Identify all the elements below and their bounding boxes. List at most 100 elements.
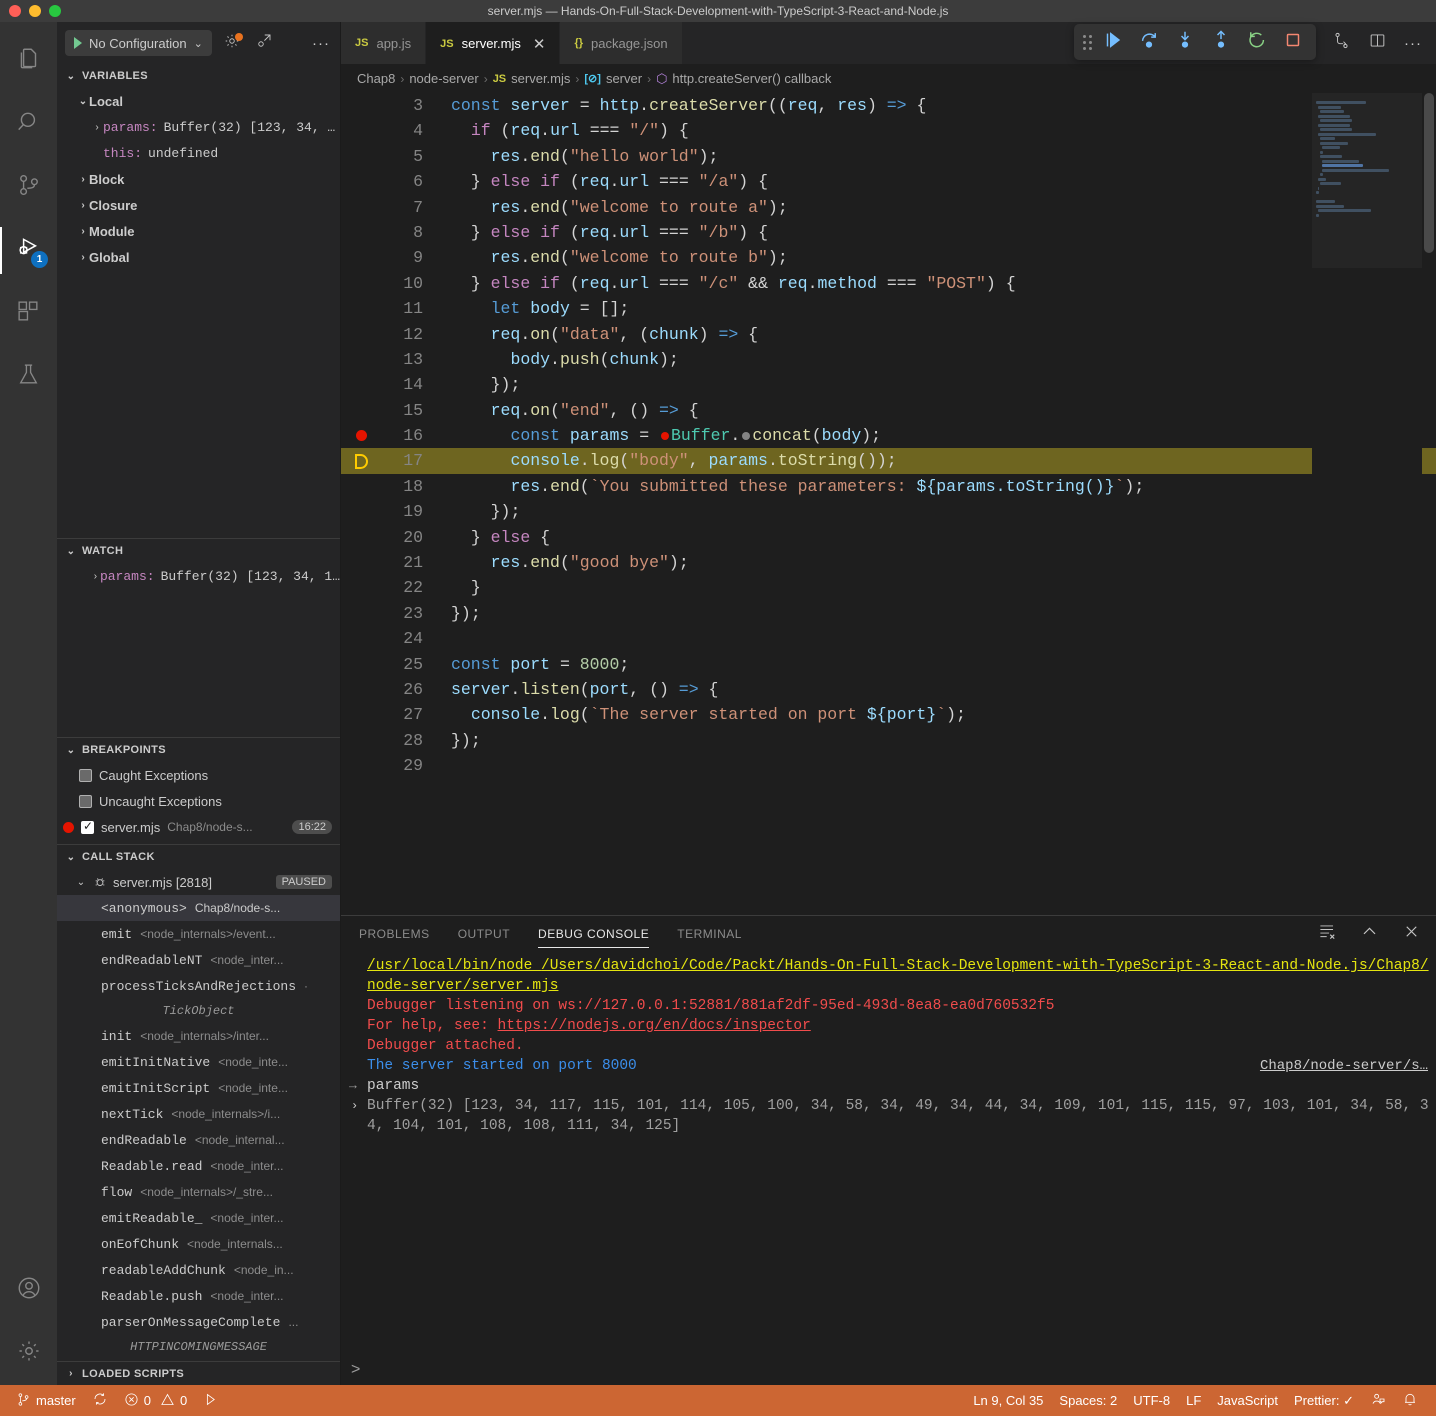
status-feedback[interactable]: [1362, 1385, 1394, 1416]
call-stack-frame[interactable]: nextTick <node_internals>/i...: [57, 1101, 340, 1127]
breakpoint-caught-exceptions[interactable]: Caught Exceptions: [57, 762, 340, 788]
line-content[interactable]: res.end("welcome to route b");: [423, 245, 788, 270]
breakpoints-section-header[interactable]: ⌄ BREAKPOINTS: [57, 738, 340, 762]
split-editor-button[interactable]: [1362, 28, 1392, 58]
line-content[interactable]: req.on("end", () => {: [423, 398, 699, 423]
code-editor[interactable]: 3 const server = http.createServer((req, …: [341, 93, 1436, 915]
status-notifications[interactable]: [1394, 1385, 1426, 1416]
execution-pointer[interactable]: [341, 453, 381, 469]
tab-package-json[interactable]: {} package.json: [560, 22, 683, 64]
code-line[interactable]: 10 } else if (req.url === "/c" && req.me…: [341, 271, 1436, 296]
call-stack-section-header[interactable]: ⌄ CALL STACK: [57, 845, 340, 869]
open-launch-json-button[interactable]: [220, 31, 244, 55]
call-stack-frame[interactable]: readableAddChunk <node_in...: [57, 1257, 340, 1283]
breadcrumb-item-node-server[interactable]: node-server: [409, 71, 478, 86]
scope-global[interactable]: › Global: [57, 244, 340, 270]
checkbox[interactable]: [81, 819, 94, 834]
step-into-button[interactable]: [1168, 27, 1202, 57]
activity-item-run-and-debug[interactable]: 1: [0, 219, 57, 282]
status-prettier[interactable]: Prettier: ✓: [1286, 1385, 1362, 1416]
code-line[interactable]: 16 const params = Buffer. concat(body);: [341, 423, 1436, 448]
close-icon[interactable]: ✕: [533, 35, 546, 53]
status-branch[interactable]: master: [8, 1385, 84, 1416]
restart-button[interactable]: [1240, 27, 1274, 57]
scrollbar-thumb[interactable]: [1424, 93, 1434, 253]
status-problems[interactable]: 0 0: [116, 1385, 195, 1416]
status-language-mode[interactable]: JavaScript: [1209, 1385, 1286, 1416]
activity-item-accounts[interactable]: [0, 1259, 57, 1322]
line-content[interactable]: server.listen(port, () => {: [423, 677, 718, 702]
line-content[interactable]: console.log("body", params.toString());: [423, 448, 896, 473]
step-out-button[interactable]: [1204, 27, 1238, 57]
checkbox[interactable]: [79, 794, 92, 808]
minimize-window-button[interactable]: [29, 5, 41, 17]
line-content[interactable]: if (req.url === "/") {: [423, 118, 689, 143]
scope-local[interactable]: ⌄ Local: [57, 88, 340, 114]
tab-server-mjs[interactable]: JS server.mjs ✕: [426, 22, 561, 64]
code-line[interactable]: 19 });: [341, 499, 1436, 524]
continue-button[interactable]: [1096, 27, 1130, 57]
close-panel-button[interactable]: [1400, 923, 1422, 945]
drag-handle-icon[interactable]: [1080, 33, 1094, 51]
scope-closure[interactable]: › Closure: [57, 192, 340, 218]
editor-more-actions-button[interactable]: ···: [1398, 28, 1428, 58]
code-line[interactable]: 17 console.log("body", params.toString()…: [341, 448, 1436, 474]
activity-item-manage-settings[interactable]: [0, 1322, 57, 1385]
line-content[interactable]: res.end(`You submitted these parameters:…: [423, 474, 1144, 499]
call-stack-thread[interactable]: ⌄ server.mjs [2818] PAUSED: [57, 869, 340, 895]
code-line[interactable]: 20 } else {: [341, 525, 1436, 550]
line-content[interactable]: req.on("data", (chunk) => {: [423, 322, 758, 347]
breadcrumb-item-chap8[interactable]: Chap8: [357, 71, 395, 86]
start-debugging-icon[interactable]: [74, 37, 82, 49]
call-stack-body[interactable]: ⌄ server.mjs [2818] PAUSED <anonymous> Ch…: [57, 869, 340, 1361]
call-stack-frame[interactable]: emitReadable_ <node_inter...: [57, 1205, 340, 1231]
call-stack-frame[interactable]: processTicksAndRejections ·: [57, 973, 340, 999]
code-line[interactable]: 8 } else if (req.url === "/b") {: [341, 220, 1436, 245]
clear-console-button[interactable]: [1316, 923, 1338, 945]
code-line[interactable]: 21 res.end("good bye");: [341, 550, 1436, 575]
breakpoint-uncaught-exceptions[interactable]: Uncaught Exceptions: [57, 788, 340, 814]
code-line[interactable]: 6 } else if (req.url === "/a") {: [341, 169, 1436, 194]
activity-item-explorer[interactable]: [0, 30, 57, 93]
panel-tab-debug-console[interactable]: DEBUG CONSOLE: [538, 916, 650, 952]
open-debug-console-button[interactable]: [252, 31, 276, 55]
line-content[interactable]: } else if (req.url === "/b") {: [423, 220, 768, 245]
activity-item-testing[interactable]: [0, 345, 57, 408]
code-line[interactable]: 13 body.push(chunk);: [341, 347, 1436, 372]
line-content[interactable]: });: [423, 499, 521, 524]
call-stack-frame[interactable]: parserOnMessageComplete...: [57, 1309, 340, 1335]
line-content[interactable]: res.end("welcome to route a");: [423, 195, 788, 220]
variable-row-this[interactable]: this: undefined: [57, 140, 340, 166]
call-stack-frame[interactable]: onEofChunk <node_internals...: [57, 1231, 340, 1257]
panel-tab-output[interactable]: OUTPUT: [458, 916, 510, 952]
call-stack-frame[interactable]: <anonymous> Chap8/node-s...: [57, 895, 340, 921]
scope-module[interactable]: › Module: [57, 218, 340, 244]
console-source-link[interactable]: Chap8/node-server/s…: [1260, 1056, 1428, 1076]
call-stack-frame[interactable]: Readable.read <node_inter...: [57, 1153, 340, 1179]
line-content[interactable]: res.end("hello world");: [423, 144, 719, 169]
code-line[interactable]: 18 res.end(`You submitted these paramete…: [341, 474, 1436, 499]
watch-row-params[interactable]: › params: Buffer(32) [123, 34, 1…: [57, 563, 340, 589]
line-content[interactable]: } else {: [423, 525, 550, 550]
chevron-right-icon[interactable]: ›: [91, 571, 100, 582]
status-encoding[interactable]: UTF-8: [1125, 1385, 1178, 1416]
debug-console-input-row[interactable]: >: [341, 1355, 1436, 1385]
chevron-right-icon[interactable]: ›: [91, 122, 103, 133]
source-control-editor-button[interactable]: [1326, 28, 1356, 58]
call-stack-frame[interactable]: endReadableNT <node_inter...: [57, 947, 340, 973]
call-stack-frame[interactable]: Readable.push <node_inter...: [57, 1283, 340, 1309]
code-line[interactable]: 22 }: [341, 575, 1436, 600]
chevron-right-icon[interactable]: ›: [351, 1096, 358, 1116]
line-content[interactable]: } else if (req.url === "/a") {: [423, 169, 768, 194]
panel-tab-terminal[interactable]: TERMINAL: [677, 916, 742, 952]
status-indentation[interactable]: Spaces: 2: [1051, 1385, 1125, 1416]
window-controls[interactable]: [0, 5, 61, 17]
activity-item-source-control[interactable]: [0, 156, 57, 219]
line-content[interactable]: const port = 8000;: [423, 652, 629, 677]
call-stack-frame[interactable]: endReadable <node_internal...: [57, 1127, 340, 1153]
breadcrumb-item-callback[interactable]: http.createServer() callback: [672, 71, 831, 86]
line-content[interactable]: console.log(`The server started on port …: [423, 702, 966, 727]
code-line[interactable]: 26 server.listen(port, () => {: [341, 677, 1436, 702]
breadcrumb-item-server-symbol[interactable]: server: [606, 71, 642, 86]
call-stack-frame[interactable]: emitInitScript <node_inte...: [57, 1075, 340, 1101]
